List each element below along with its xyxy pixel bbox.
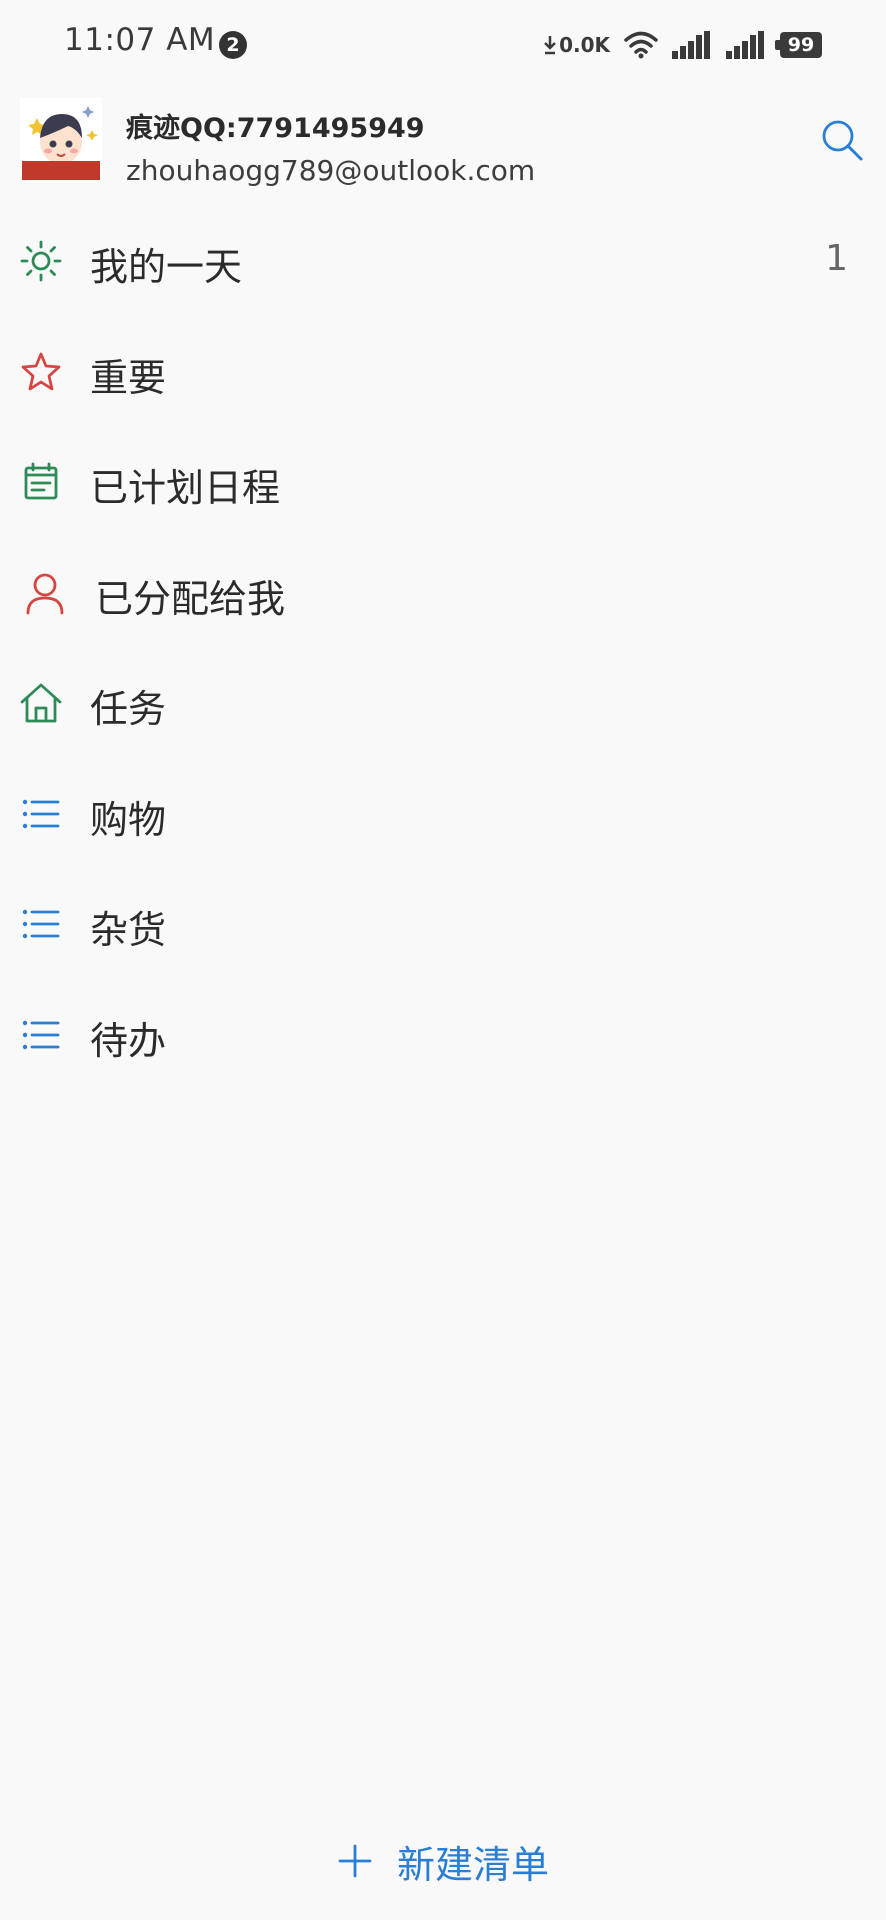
menu-item-assigned[interactable]: 已分配给我: [0, 537, 886, 648]
menu-item-tasks[interactable]: 任务: [0, 647, 886, 758]
menu-item-label: 已分配给我: [95, 576, 286, 621]
avatar-image: [20, 98, 102, 182]
status-bar: 11:07 AM 2 0.0K 99: [0, 0, 886, 90]
star-icon: [21, 352, 61, 390]
menu-item-shopping[interactable]: 购物: [0, 758, 886, 869]
app-screen: 11:07 AM 2 0.0K 99 痕迹QQ:7791495949 zhouh…: [0, 0, 886, 1920]
download-arrow-icon: [544, 36, 556, 55]
list-icon: [22, 1020, 60, 1049]
menu-item-my-day[interactable]: 我的一天 1: [0, 205, 886, 316]
net-speed-value: 0.0K: [559, 33, 610, 57]
new-list-button[interactable]: 新建清单: [0, 1826, 886, 1896]
menu-item-label: 任务: [90, 687, 167, 731]
list-icon: [22, 909, 60, 939]
account-email: zhouhaogg789@outlook.com: [126, 154, 536, 187]
menu-item-label: 重要: [90, 355, 167, 400]
menu-item-important[interactable]: 重要: [0, 316, 886, 427]
avatar[interactable]: [20, 98, 102, 182]
person-icon: [26, 573, 64, 614]
menu-item-label: 已计划日程: [90, 466, 281, 510]
calendar-icon: [24, 462, 58, 500]
new-list-label: 新建清单: [396, 1842, 549, 1887]
list-menu: 我的一天 1 重要 已计划日程 已分配给我 任务 购物 杂货 待办: [0, 205, 886, 1089]
sun-icon: [20, 240, 62, 282]
menu-item-label: 杂货: [90, 908, 167, 952]
menu-item-label: 我的一天: [90, 245, 243, 289]
account-header: 痕迹QQ:7791495949 zhouhaogg789@outlook.com: [0, 98, 886, 194]
search-button[interactable]: [818, 116, 866, 164]
menu-item-label: 购物: [90, 797, 167, 842]
plus-icon: [338, 1844, 372, 1878]
home-icon: [20, 683, 62, 723]
notification-badge: 2: [219, 31, 247, 59]
menu-item-groceries[interactable]: 杂货: [0, 868, 886, 979]
menu-item-todo[interactable]: 待办: [0, 979, 886, 1090]
status-time: 11:07 AM: [64, 22, 216, 58]
menu-item-count: 1: [825, 238, 848, 279]
menu-item-label: 待办: [90, 1018, 167, 1063]
net-speed: 0.0K: [544, 33, 610, 57]
menu-item-planned[interactable]: 已计划日程: [0, 426, 886, 537]
signal-icon-2: [726, 31, 764, 59]
status-icons: 0.0K 99: [544, 28, 822, 62]
search-icon: [822, 120, 863, 161]
list-icon: [22, 799, 60, 828]
account-name: 痕迹QQ:7791495949: [126, 113, 425, 144]
signal-icon-1: [672, 31, 710, 59]
wifi-icon: [624, 31, 658, 59]
battery-icon: 99: [775, 32, 822, 58]
